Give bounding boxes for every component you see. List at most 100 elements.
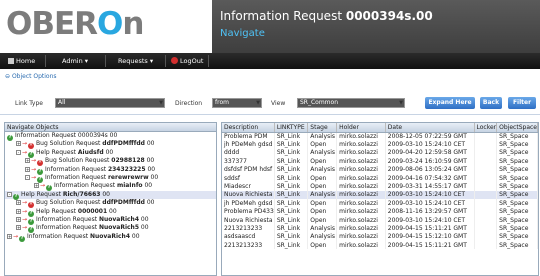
table-cell: Open [307,157,338,166]
table-row[interactable]: 337377 SR_Link Open mirko.solazzi 2009-03-24… [222,157,538,166]
expand-toggle-icon[interactable]: - [25,174,30,180]
column-header[interactable]: Locker [474,123,498,133]
table-cell: mirko.solazzi [336,232,386,242]
tree-item-label: Help Request Rich/76663 00 [21,190,110,198]
table-cell [474,165,498,174]
table-row[interactable]: Nuova Richiesta SR_Link Analysis mirko.sola… [222,190,538,200]
linked-objects-table: Description LINKTYPE Stage Holder Date Locker… [222,123,538,250]
table-cell: SR_Space [496,157,538,166]
link-type-label: Link Type [15,100,43,107]
expand-toggle-icon[interactable]: - [16,149,21,155]
table-cell [474,199,498,208]
expand-toggle-icon[interactable]: + [16,141,21,147]
table-cell: SR_Link [274,132,309,141]
navigate-link[interactable]: Navigate [220,28,265,39]
column-header[interactable]: ObjectSpace [496,123,538,133]
direction-select[interactable]: from ▼ [212,98,262,108]
expand-toggle-icon[interactable]: + [16,208,21,214]
expand-toggle-icon[interactable]: + [25,158,30,164]
table-row[interactable]: Nuova Richiesta SR_Link Open mirko.solazzi 2… [222,215,538,225]
tree-item[interactable]: + → ✕ Bug Solution Request ddfPDMfffdd 00 [5,140,216,150]
tree-item[interactable]: + →? Information Request NuovaRich4 00 [5,215,216,225]
table-cell: 2008-12-05 07:22:59 GMT [385,132,475,141]
column-header[interactable]: Description [222,123,275,133]
table-cell [474,215,498,225]
table-cell: Analysis [307,190,338,200]
tree-item[interactable]: + → ✕ Bug Solution Request 02988128 00 [5,157,216,167]
tree-item[interactable]: + →? Information Request NuovaRich5 00 [5,224,216,234]
column-header[interactable]: Holder [336,123,386,133]
link-arrow-icon: → [22,148,28,156]
tree-item-label: Information Request 234323225 00 [45,165,156,173]
table-cell: 2009-04-15 15:11:21 GMT [385,224,475,233]
menu-requests[interactable]: Requests ▾ [118,57,153,65]
tree-item[interactable]: ? Information Request 0000394s 00 [5,132,216,141]
link-type-select[interactable]: All ▼ [55,98,165,108]
tree-item[interactable]: - →? Help Request Aiudsfd 00 [5,148,216,158]
expand-toggle-icon[interactable]: + [25,166,30,172]
app-header: OBEROn Information Request 0000394s.00 N… [0,0,540,53]
table-cell: SR_Space [496,199,538,208]
column-header[interactable]: Stage [307,123,338,133]
table-cell: 2009-03-10 15:24:10 CET [385,190,475,200]
view-select[interactable]: SR_Common ▼ [297,98,405,108]
table-cell: Open [307,140,338,149]
table-row[interactable]: Problema PDM SR_Link Analysis mirko.solazzi… [222,132,538,141]
table-cell: SR_Space [496,232,538,242]
expand-toggle-icon[interactable]: + [34,183,39,189]
expand-toggle-icon[interactable]: + [16,200,21,206]
table-cell: SR_Space [496,173,538,183]
table-cell: Analysis [307,148,338,158]
table-cell: SR_Space [496,132,538,141]
menu-admin[interactable]: Admin ▾ [62,57,88,65]
table-row[interactable]: 2213213233 SR_Link Open mirko.solazzi 2009-0… [222,241,538,250]
expand-here-button[interactable]: Expand Here [425,97,475,109]
table-row[interactable]: asdsaascd SR_Link Analysis mirko.solazzi 200… [222,232,538,242]
tree-item[interactable]: -? Help Request Rich/76663 00 [5,190,216,200]
table-cell [474,241,498,250]
tree-item[interactable]: + →? Information Request NuovaRich4 00 [5,232,216,242]
table-cell: SR_Link [274,199,309,208]
tree-item[interactable]: + →? Information Request miaInfo 00 [5,182,216,192]
table-cell: Open [307,182,338,191]
table-row[interactable]: 2213213233 SR_Link Analysis mirko.solazzi 20… [222,224,538,233]
table-cell: mirko.solazzi [336,190,386,200]
tree-item[interactable]: - →? Information Request rerewrewrw 00 [5,174,216,183]
object-options-title[interactable]: ⊖ Object Options [5,73,57,80]
tree-item-label: Information Request NuovaRich4 00 [27,232,140,240]
object-options-panel: ⊖ Object Options Link Type All ▼ Directio… [0,69,540,115]
expand-toggle-icon[interactable]: + [7,233,12,239]
link-arrow-icon: → [13,232,19,240]
table-row[interactable]: sddsf SR_Link Open mirko.solazzi 2009-04-16 … [222,173,538,183]
menu-home[interactable]: Home [8,57,35,65]
tree-item[interactable]: + →? Information Request 234323225 00 [5,165,216,175]
table-cell: jh PDeMeh gdsd [222,140,275,149]
table-row[interactable]: dddd SR_Link Analysis mirko.solazzi 2009-04-… [222,148,538,158]
column-header[interactable]: Date [385,123,475,133]
table-cell: 2009-08-06 13:05:24 GMT [385,165,475,174]
table-row[interactable]: jh PDeMeh gdsd SR_Link Open mirko.solazzi 20… [222,140,538,149]
table-cell: Open [307,207,338,216]
expand-toggle-icon[interactable]: - [7,191,12,197]
table-cell: mirko.solazzi [336,132,386,141]
table-cell: SR_Link [274,232,309,242]
oberon-logo[interactable]: OBEROn [6,6,144,42]
back-button[interactable]: Back [480,97,502,109]
tree-item-label: Information Request NuovaRich5 00 [36,224,149,232]
expand-toggle-icon[interactable]: + [16,216,21,222]
column-header[interactable]: LINKTYPE [274,123,309,133]
table-cell: SR_Space [496,140,538,149]
tree-item[interactable]: + → ✕ Bug Solution Request ddfPDMfffdd 00 [5,199,216,209]
tree-item-label: Information Request NuovaRich4 00 [36,215,149,223]
filter-button[interactable]: Filter [508,97,536,109]
table-cell: 2009-03-24 16:10:59 GMT [385,157,475,166]
table-row[interactable]: Problema PD433 SR_Link Open mirko.solazzi 20… [222,207,538,216]
table-row[interactable]: dsfdsf PDM hdsf SR_Link Analysis mirko.sola… [222,165,538,174]
tree-item-label: Bug Solution Request ddfPDMfffdd 00 [36,199,155,207]
tree-item[interactable]: + →? Help Request 0000001 00 [5,208,216,217]
table-row[interactable]: Miadescr SR_Link Open mirko.solazzi 2009-03-… [222,182,538,191]
table-row[interactable]: jh PDeMeh gdsd SR_Link Open mirko.solazzi 20… [222,199,538,208]
table-cell: Analysis [307,224,338,233]
menu-logout[interactable]: LogOut [171,57,203,65]
expand-toggle-icon[interactable]: + [16,225,21,231]
